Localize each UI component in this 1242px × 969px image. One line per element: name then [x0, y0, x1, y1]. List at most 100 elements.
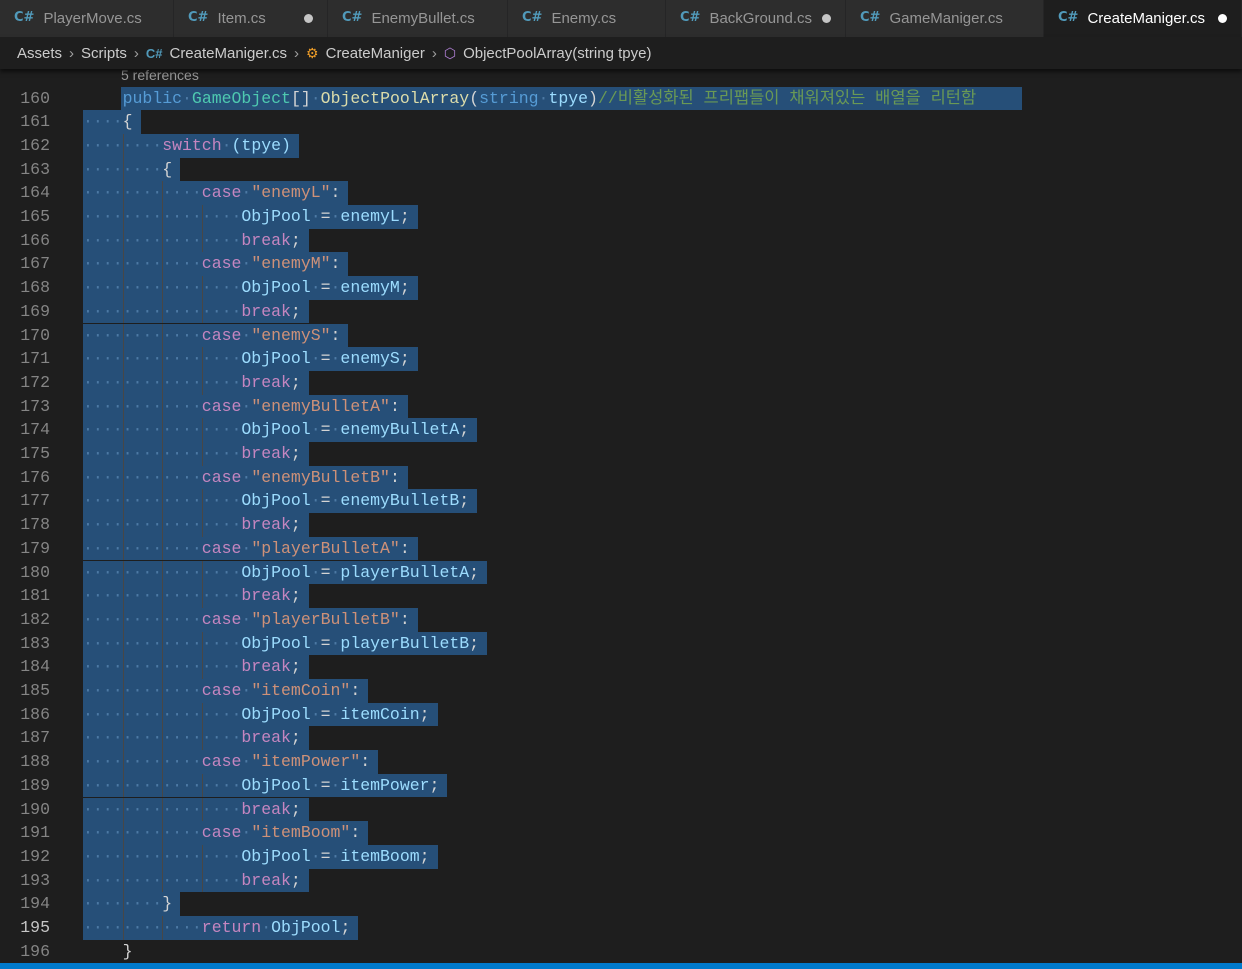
line-number[interactable]: 169	[0, 300, 50, 324]
code-line[interactable]: ···· ···· ···· ···· 166 break;	[0, 228, 1242, 253]
code-line[interactable]: ···· ···· ···· 188 case·"itemPower":	[0, 750, 1242, 774]
code-line[interactable]: 196}	[0, 940, 1242, 963]
code-line[interactable]: ···· ···· 194}	[0, 892, 1242, 916]
breadcrumb-scripts[interactable]: Scripts	[81, 45, 127, 62]
code-line[interactable]: ···· ···· ···· ···· 165 ObjPool·=·enemyL;	[0, 205, 1242, 229]
tab-background-cs[interactable]: C# BackGround.cs	[666, 0, 846, 37]
code-line[interactable]: ···· ···· ···· ···· 171 ObjPool·=·enemyS;	[0, 347, 1242, 371]
line-number[interactable]: 181	[0, 584, 50, 608]
breadcrumb-assets[interactable]: Assets	[17, 45, 62, 62]
line-number[interactable]: 168	[0, 276, 50, 300]
code-line[interactable]: ···· ···· ···· ···· 190 break;	[0, 797, 1242, 822]
code-line[interactable]: ···· ···· 162 switch·(tpye)	[0, 133, 1242, 158]
tab-enemy-cs[interactable]: C# Enemy.cs	[508, 0, 666, 37]
code-line[interactable]: ···· ···· ···· ···· 169 break;	[0, 299, 1242, 324]
csharp-file-icon: C#	[680, 10, 701, 25]
code-line[interactable]: ···· ···· ···· 167 case·"enemyM":	[0, 252, 1242, 277]
code-line[interactable]: ···· ···· ···· 195 return·ObjPool;	[0, 916, 1242, 940]
code-line[interactable]: ···· ···· ···· ···· 187 break;	[0, 726, 1242, 751]
code-line[interactable]: ···· ···· ···· ···· 172 break;	[0, 370, 1242, 395]
breadcrumb-file[interactable]: C# CreateManiger.cs	[146, 45, 287, 62]
code-line[interactable]: ···· ···· ···· ···· 168 ObjPool·=·enemyM;	[0, 276, 1242, 300]
code-line[interactable]: ···· ···· ···· ···· 174 ObjPool·=·enemyBullet…	[0, 418, 1242, 442]
line-number[interactable]: 176	[0, 466, 50, 490]
line-number[interactable]: 165	[0, 205, 50, 229]
whitespace-dots: ····	[83, 420, 123, 440]
code-token: case	[201, 254, 242, 274]
line-number[interactable]: 185	[0, 679, 50, 703]
whitespace-dot: ·	[241, 609, 252, 629]
line-number[interactable]: 192	[0, 845, 50, 869]
line-number[interactable]: 191	[0, 821, 50, 845]
whitespace-dots: ····	[83, 254, 123, 274]
unsaved-dot-icon[interactable]	[304, 14, 313, 23]
code-line[interactable]: ···· ···· ···· ···· 183 ObjPool·=·playerBulle…	[0, 631, 1242, 656]
unsaved-dot-icon[interactable]	[822, 14, 831, 23]
code-line[interactable]: ···· ···· ···· ···· 192 ObjPool·=·itemBoom;	[0, 844, 1242, 869]
code-line[interactable]: ···· ···· ···· 176 case·"enemyBulletB":	[0, 465, 1242, 490]
line-number[interactable]: 161	[0, 110, 50, 134]
code-line[interactable]: ···· ···· ···· ···· 177 ObjPool·=·enemyBullet…	[0, 489, 1242, 514]
tab-enemybullet-cs[interactable]: C# EnemyBullet.cs	[328, 0, 508, 37]
line-number[interactable]: 193	[0, 869, 50, 893]
line-number[interactable]: 194	[0, 892, 50, 916]
codelens-references[interactable]: 5 references	[121, 69, 199, 83]
line-number[interactable]: 167	[0, 252, 50, 276]
line-number[interactable]: 173	[0, 395, 50, 419]
line-number[interactable]: 171	[0, 347, 50, 371]
line-number[interactable]: 170	[0, 324, 50, 348]
tab-gamemaniger-cs[interactable]: C# GameManiger.cs	[846, 0, 1044, 37]
code-line[interactable]: ···· ···· ···· ···· 175 break;	[0, 442, 1242, 466]
unsaved-dot-icon[interactable]	[1218, 14, 1227, 23]
line-number[interactable]: 175	[0, 442, 50, 466]
line-number[interactable]: 190	[0, 798, 50, 822]
code-line[interactable]: ···· ···· ···· 185 case·"itemCoin":	[0, 679, 1242, 703]
code-line[interactable]: ···· ···· ···· ···· 189 ObjPool·=·itemPower;	[0, 773, 1242, 798]
whitespace-dots: ····	[83, 159, 123, 179]
code-line[interactable]: ···· ···· ···· ···· 181 break;	[0, 584, 1242, 608]
line-number[interactable]: 186	[0, 703, 50, 727]
line-number[interactable]: 162	[0, 134, 50, 158]
breadcrumb-class[interactable]: ⚙ CreateManiger	[306, 45, 425, 62]
line-number[interactable]: 179	[0, 537, 50, 561]
line-number[interactable]: 196	[0, 940, 50, 963]
tab-playermove-cs[interactable]: C# PlayerMove.cs	[0, 0, 174, 37]
code-token: "itemPower"	[251, 752, 361, 772]
tab-createmaniger-cs[interactable]: C# CreateManiger.cs	[1044, 0, 1242, 37]
code-line[interactable]: ···· 161 {	[0, 110, 1242, 134]
line-number[interactable]: 180	[0, 561, 50, 585]
line-number[interactable]: 160	[0, 87, 50, 111]
code-line[interactable]: ···· ···· ···· 179 case·"playerBulletA":	[0, 536, 1242, 561]
code-line[interactable]: ···· ···· 163 {	[0, 157, 1242, 182]
code-line[interactable]: ···· ···· ···· ···· 184 break;	[0, 655, 1242, 679]
line-number[interactable]: 178	[0, 513, 50, 537]
line-number[interactable]: 184	[0, 655, 50, 679]
code-line[interactable]: ···· ···· ···· ···· 180 ObjPool·=·playerBulle…	[0, 560, 1242, 585]
line-number[interactable]: 182	[0, 608, 50, 632]
whitespace-dots: ····	[122, 752, 163, 772]
line-number[interactable]: 195	[0, 916, 50, 940]
code-line[interactable]: ···· ···· ···· 182 case·"playerBulletB":	[0, 607, 1242, 632]
code-line[interactable]: ···· ···· ···· ···· 186 ObjPool·=·itemCoin;	[0, 702, 1242, 727]
line-number[interactable]: 177	[0, 489, 50, 513]
code-line[interactable]: ···· ···· ···· 164 case·"enemyL":	[0, 181, 1242, 205]
code-line[interactable]: ···· ···· ···· ···· 193 break;	[0, 868, 1242, 893]
line-number[interactable]: 166	[0, 229, 50, 253]
code-token: ;	[340, 918, 351, 937]
code-line[interactable]: ···· ···· ···· 191 case·"itemBoom":	[0, 821, 1242, 845]
breadcrumb-method[interactable]: ⬡ ObjectPoolArray(string tpye)	[444, 45, 652, 62]
code-line[interactable]: ···· ···· ···· 173 case·"enemyBulletA":	[0, 394, 1242, 419]
code-line[interactable]: 160 public·GameObject[]·ObjectPoolArray(s…	[0, 86, 1242, 111]
code-line[interactable]: ···· ···· ···· ···· 178 break;	[0, 513, 1242, 537]
line-number[interactable]: 189	[0, 774, 50, 798]
tab-item-cs[interactable]: C# Item.cs	[174, 0, 328, 37]
line-number[interactable]: 187	[0, 726, 50, 750]
line-number[interactable]: 174	[0, 418, 50, 442]
line-number[interactable]: 163	[0, 158, 50, 182]
code-line[interactable]: ···· ···· ···· 170 case·"enemyS":	[0, 323, 1242, 348]
line-number[interactable]: 183	[0, 632, 50, 656]
code-editor[interactable]: 5 references 160 public·GameObject[]·Obje…	[0, 69, 1242, 963]
line-number[interactable]: 172	[0, 371, 50, 395]
line-number[interactable]: 188	[0, 750, 50, 774]
line-number[interactable]: 164	[0, 181, 50, 205]
